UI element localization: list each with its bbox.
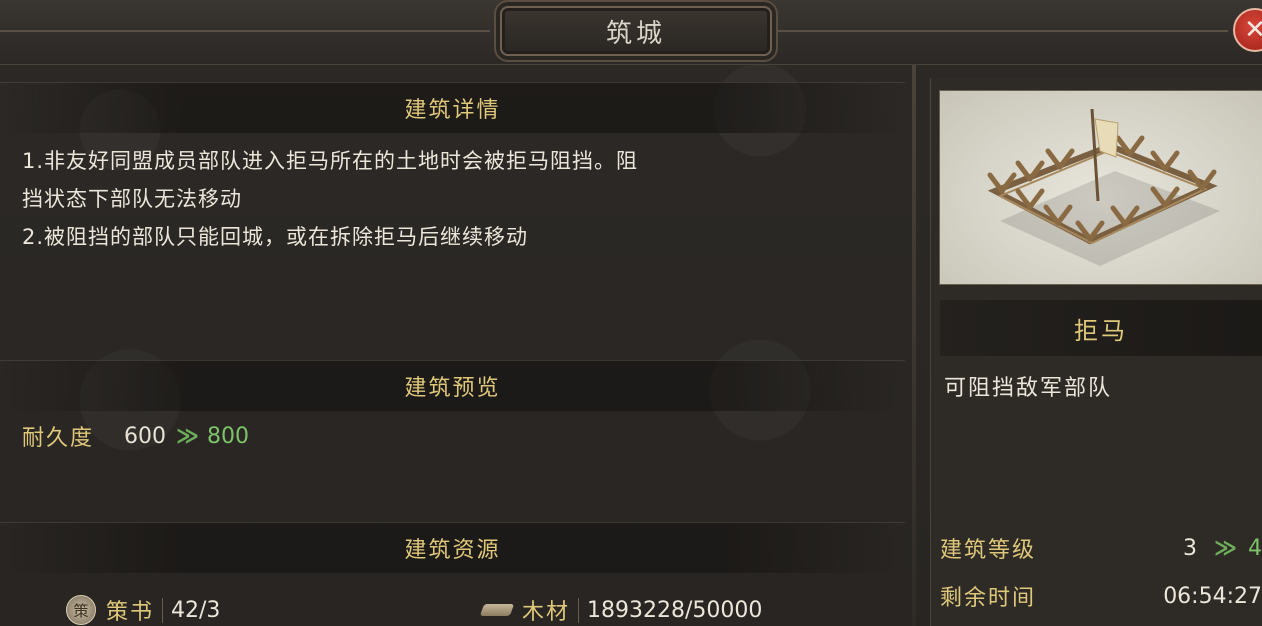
window-title: 筑城 <box>605 18 666 49</box>
title-deco-left <box>0 30 490 32</box>
durability-current: 600 <box>124 423 167 449</box>
wood-value: 1893228/50000 <box>578 597 762 623</box>
barricade-illustration <box>987 108 1220 266</box>
building-level-label: 建筑等级 <box>940 538 1037 563</box>
detail-line-3: 2.被阻挡的部队只能回城，或在拆除拒马后继续移动 <box>22 225 529 249</box>
title-deco-right <box>778 30 1228 32</box>
window-title-plate: 筑城 <box>500 6 772 56</box>
title-bar: 筑城 <box>0 0 1262 65</box>
resource-header-label: 建筑资源 <box>404 538 501 563</box>
resource-section-header: 建筑资源 <box>0 522 905 573</box>
detail-line-1: 1.非友好同盟成员部队进入拒马所在的土地时会被拒马阻挡。阻 <box>22 149 639 173</box>
building-level-row: 建筑等级 3 ≫ 4 <box>940 530 1262 566</box>
wood-label: 木材 <box>522 600 571 625</box>
building-preview-image <box>939 90 1262 285</box>
detail-line-2: 挡状态下部队无法移动 <box>22 187 242 211</box>
building-name-header: 拒马 <box>940 300 1262 356</box>
remaining-time-row: 剩余时间 06:54:27 <box>940 578 1262 614</box>
close-icon: ✕ <box>1244 15 1262 45</box>
detail-section-header: 建筑详情 <box>0 82 905 133</box>
building-description: 可阻挡敌军部队 <box>944 376 1113 401</box>
durability-label: 耐久度 <box>22 426 95 451</box>
detail-header-label: 建筑详情 <box>404 98 501 123</box>
strategy-book-label: 策书 <box>106 600 155 625</box>
strategy-book-value: 42/3 <box>162 597 220 623</box>
panel-divider <box>912 64 916 626</box>
building-level-value: 3 ≫ 4 <box>1183 536 1262 561</box>
preview-section-header: 建筑预览 <box>0 360 905 411</box>
resource-wood: 木材 1893228/50000 <box>479 594 762 626</box>
durability-next: 800 <box>207 423 250 449</box>
level-next: 4 <box>1248 535 1262 561</box>
level-current: 3 <box>1182 535 1197 561</box>
preview-header-label: 建筑预览 <box>404 376 501 401</box>
remaining-time-value: 06:54:27 <box>1163 583 1262 609</box>
strategy-book-icon: 策 <box>66 595 96 625</box>
remaining-time-label: 剩余时间 <box>940 586 1037 611</box>
level-upgrade-arrow-icon: ≫ <box>1213 535 1237 561</box>
wood-icon <box>479 604 515 616</box>
building-name: 拒马 <box>1074 316 1128 345</box>
upgrade-arrow-icon: ≫ <box>176 423 199 449</box>
durability-row: 耐久度 600 ≫ 800 <box>22 418 249 454</box>
resource-strategy-book: 策 策书 42/3 <box>66 594 220 626</box>
detail-text: 1.非友好同盟成员部队进入拒马所在的土地时会被拒马阻挡。阻 挡状态下部队无法移动… <box>22 142 902 256</box>
